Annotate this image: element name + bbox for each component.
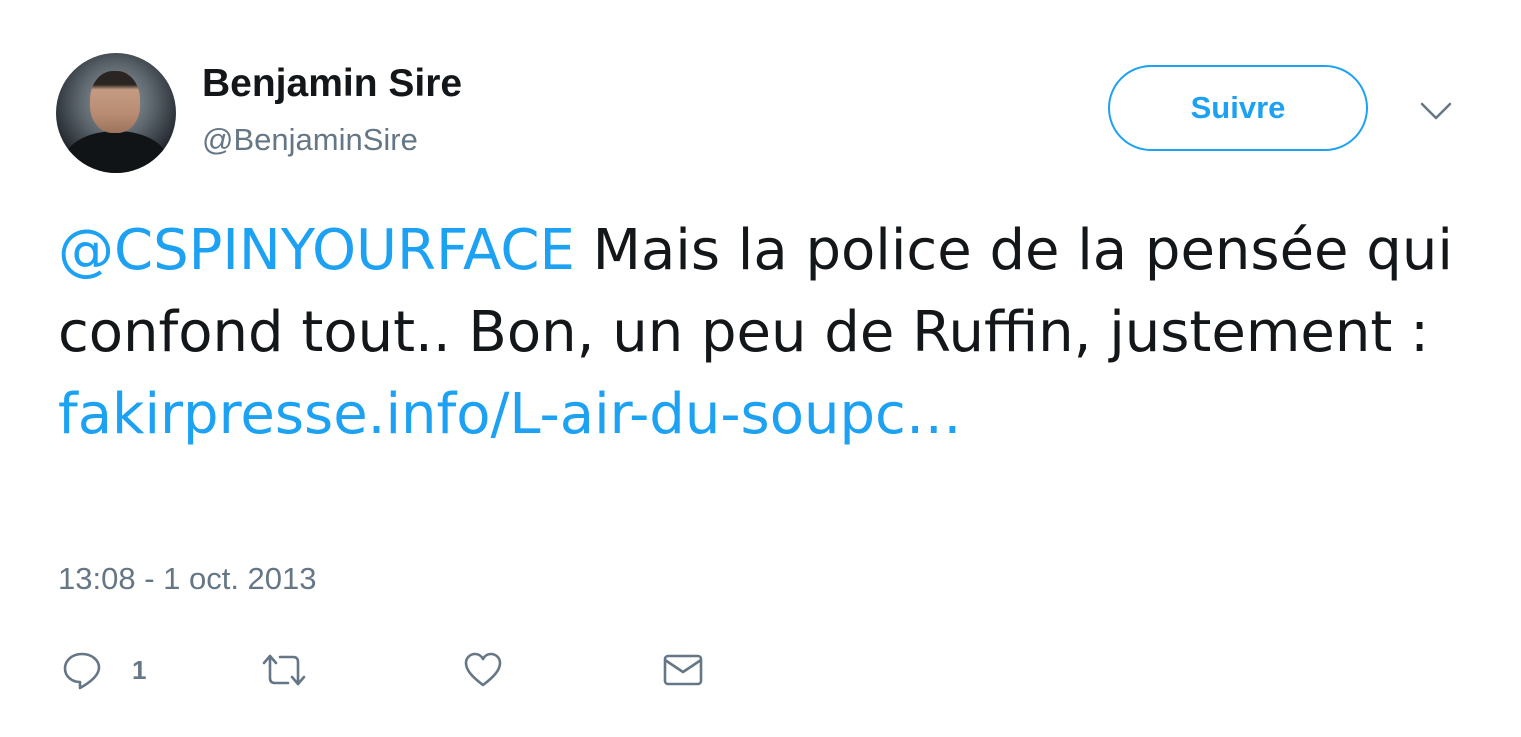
like-button[interactable] [463,648,503,692]
envelope-icon [662,650,704,690]
retweet-button[interactable] [260,648,308,692]
url-link[interactable]: fakirpresse.info/L-air-du-soupc… [58,382,962,447]
author-handle[interactable]: @BenjaminSire [202,124,418,155]
author-name[interactable]: Benjamin Sire [202,64,462,103]
timestamp[interactable]: 13:08 - 1 oct. 2013 [58,563,317,594]
heart-icon [463,650,503,690]
avatar-face [90,71,140,133]
avatar[interactable] [56,53,176,173]
tweet-text: @CSPINYOURFACE Mais la police de la pens… [58,210,1478,456]
follow-button[interactable]: Suivre [1108,65,1368,151]
reply-count: 1 [132,654,147,685]
retweet-icon [260,650,308,690]
mention-link[interactable]: @CSPINYOURFACE [58,218,575,283]
reply-icon [62,650,102,690]
chevron-down-icon[interactable] [1416,96,1456,128]
dm-button[interactable] [662,648,704,692]
avatar-shoulders [64,131,168,173]
reply-button[interactable]: 1 [62,648,146,692]
